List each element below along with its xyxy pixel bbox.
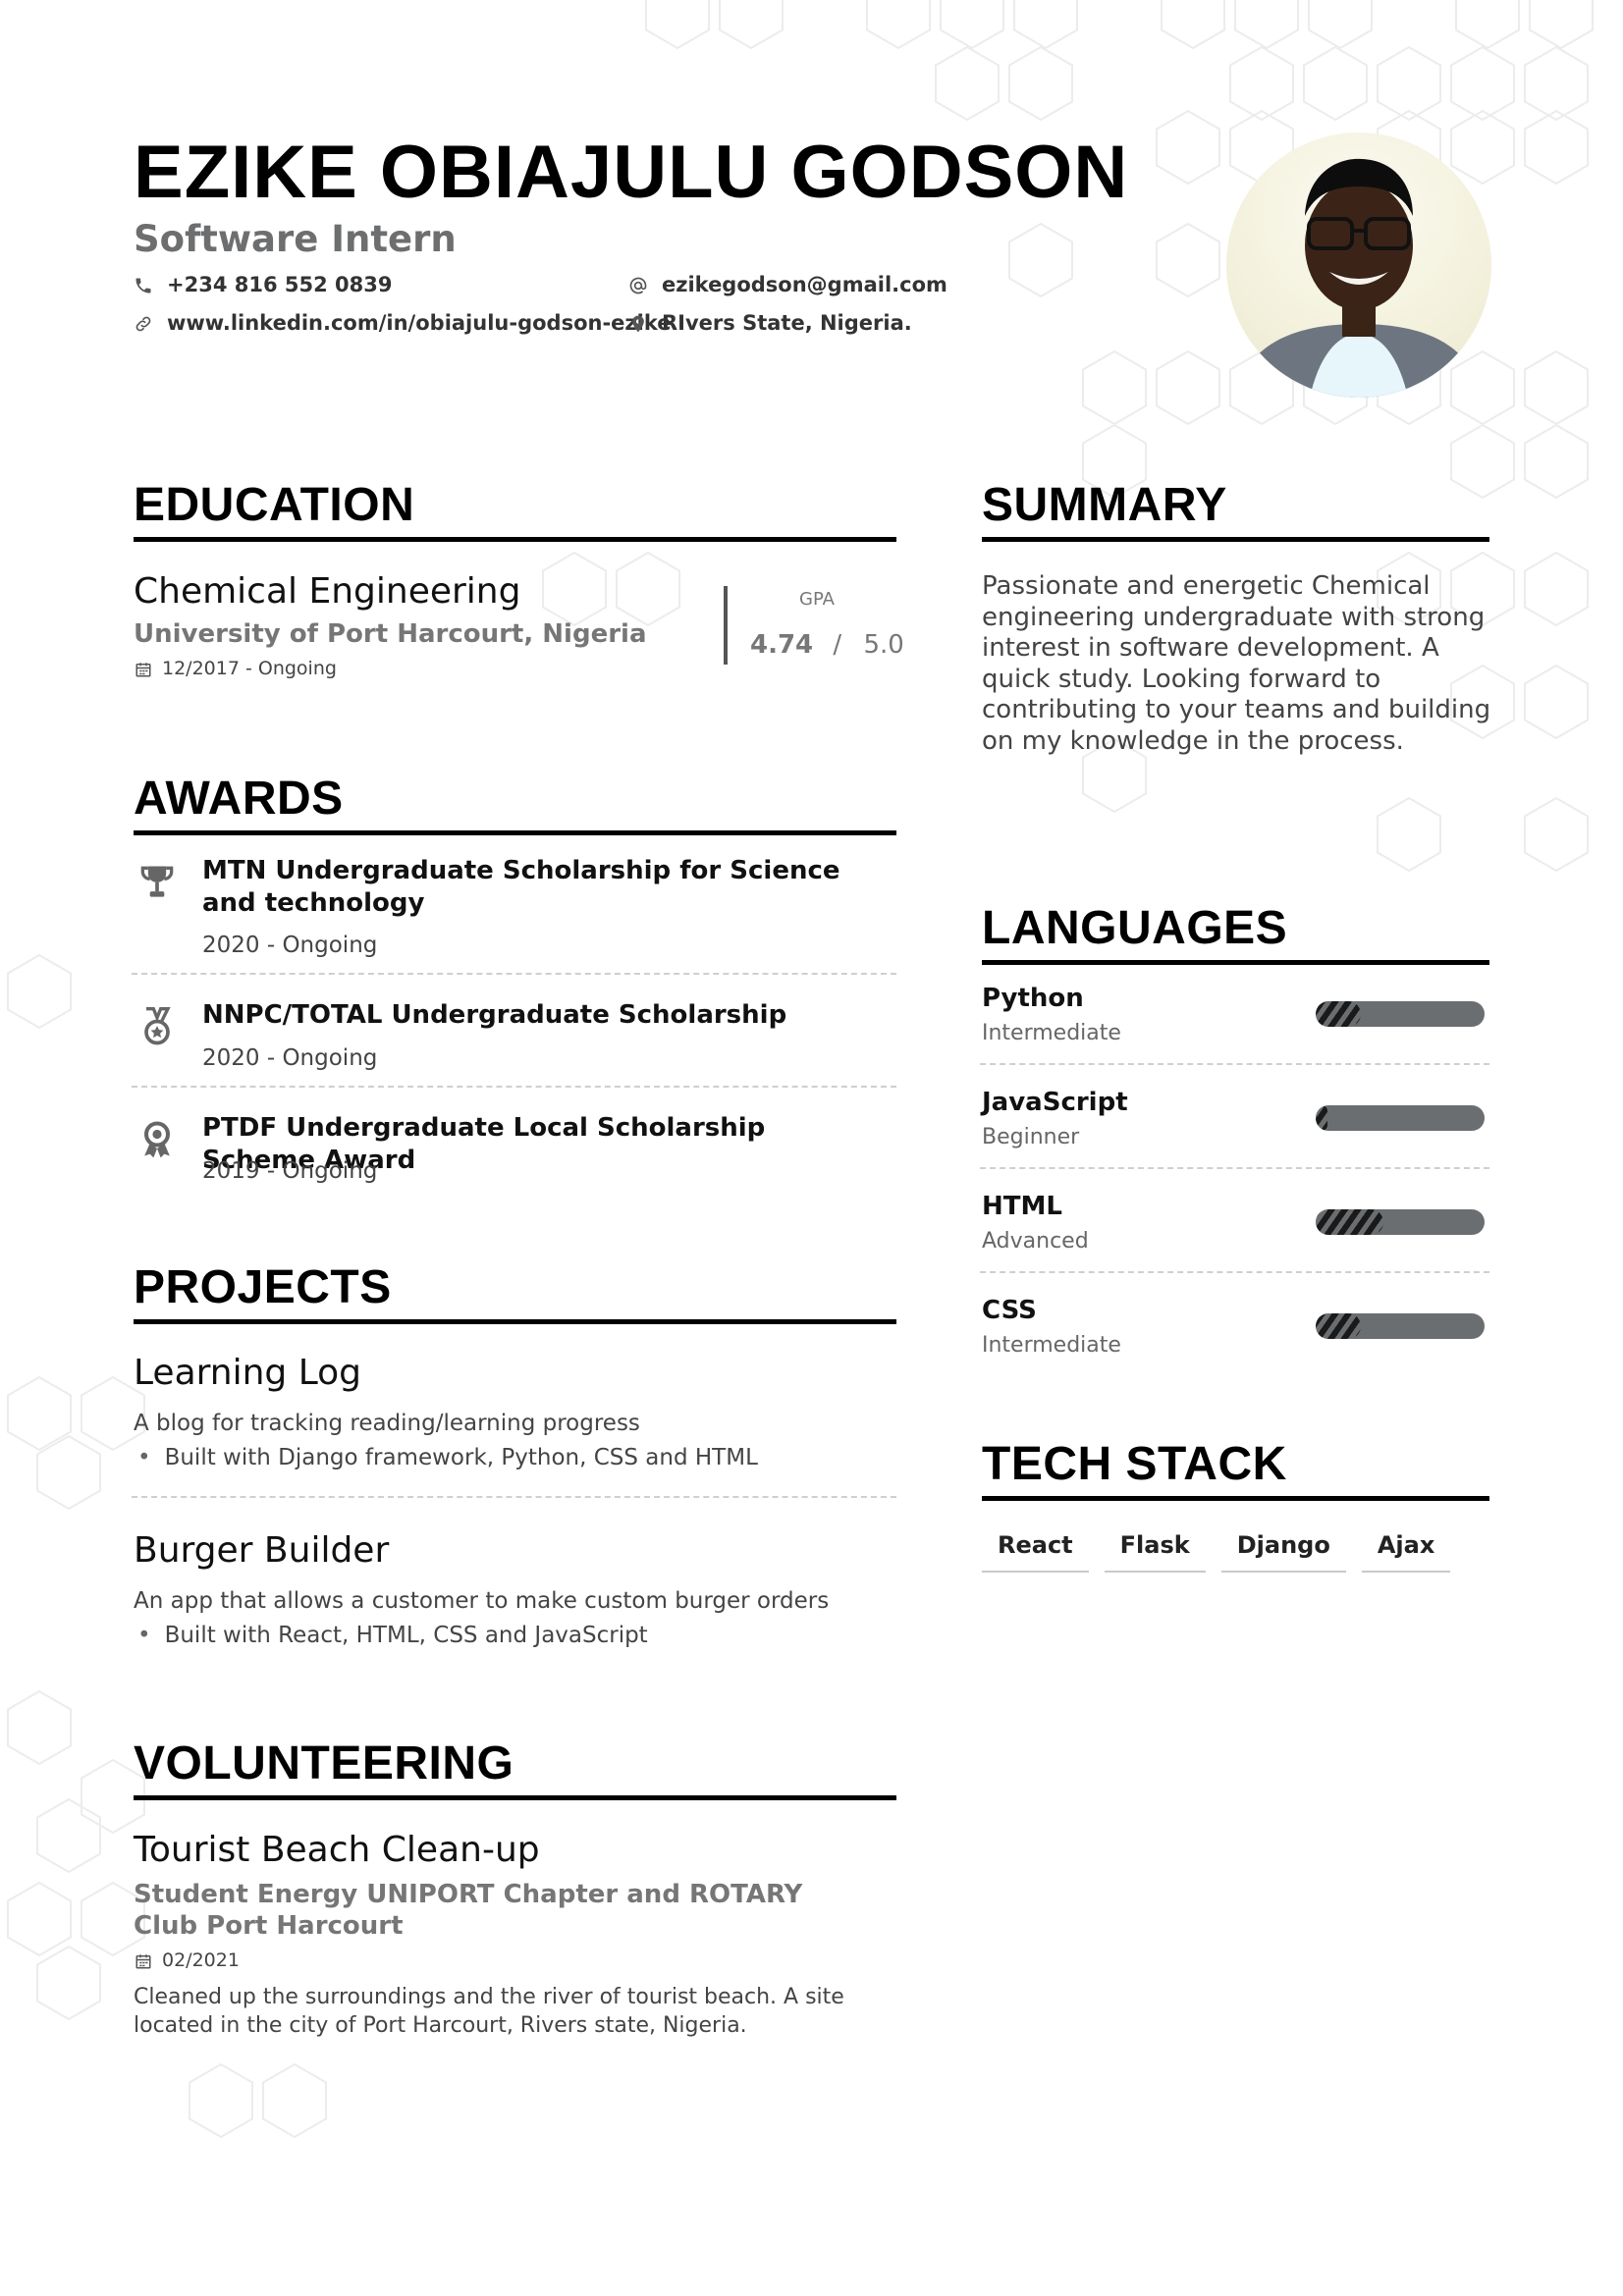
phone-text: +234 816 552 0839 [167, 273, 393, 296]
contact-phone: +234 816 552 0839 [134, 275, 392, 295]
resume-page: EZIKE OBIAJULU GODSON Software Intern +2… [0, 0, 1623, 2296]
education-heading: EDUCATION [134, 482, 896, 542]
award-divider [132, 973, 896, 975]
language-proficiency-bar [1316, 1001, 1485, 1027]
language-proficiency-bar [1316, 1209, 1485, 1235]
gpa-divider [724, 586, 728, 665]
language-level: Intermediate [982, 1333, 1121, 1358]
language-divider [980, 1063, 1489, 1065]
calendar-icon [135, 662, 151, 676]
education-school: University of Port Harcourt, Nigeria [134, 619, 647, 649]
language-name: CSS [982, 1296, 1037, 1325]
education-dates-text: 12/2017 - Ongoing [162, 658, 337, 679]
awards-heading: AWARDS [134, 775, 896, 835]
languages-heading: LANGUAGES [982, 905, 1489, 965]
language-proficiency-fill [1316, 1001, 1362, 1027]
language-level: Intermediate [982, 1021, 1121, 1045]
language-divider [980, 1167, 1489, 1169]
tech-stack-heading: TECH STACK [982, 1441, 1489, 1501]
trophy-icon [140, 866, 174, 897]
language-level: Beginner [982, 1125, 1080, 1149]
tech-tag: Ajax [1361, 1533, 1451, 1573]
gpa-value: 4.74 / 5.0 [750, 632, 904, 658]
gpa-score: 4.74 [750, 630, 814, 660]
volunteering-date: 02/2021 [135, 1951, 240, 1970]
tech-tag: Flask [1104, 1533, 1206, 1573]
award-title: MTN Undergraduate Scholarship for Scienc… [202, 856, 840, 918]
projects-heading: PROJECTS [134, 1264, 896, 1324]
language-divider [980, 1271, 1489, 1273]
award-dates: 2020 - Ongoing [202, 933, 378, 958]
calendar-icon [135, 1953, 151, 1968]
project-bullet: Built with React, HTML, CSS and JavaScri… [137, 1625, 648, 1647]
volunteering-heading: VOLUNTEERING [134, 1740, 896, 1800]
language-proficiency-fill [1316, 1105, 1328, 1131]
project-title: Burger Builder [134, 1530, 390, 1571]
language-proficiency-bar [1316, 1105, 1485, 1131]
gpa-max: 5.0 [863, 630, 904, 660]
tech-tag: React [982, 1533, 1089, 1573]
language-level: Advanced [982, 1229, 1089, 1254]
candidate-name: EZIKE OBIAJULU GODSON [134, 131, 1129, 214]
award-dates: 2019 - Ongoing [202, 1158, 378, 1184]
candidate-role: Software Intern [134, 218, 457, 260]
ribbon-icon [143, 1121, 171, 1158]
project-title: Learning Log [134, 1353, 362, 1393]
location-pin-icon [632, 315, 644, 332]
contact-email[interactable]: ezikegodson@gmail.com [628, 275, 947, 295]
volunteering-description: Cleaned up the surroundings and the rive… [134, 1985, 844, 2038]
location-text: RIvers State, Nigeria. [662, 311, 912, 335]
volunteering-title: Tourist Beach Clean-up [134, 1830, 540, 1870]
project-description: An app that allows a customer to make cu… [134, 1588, 830, 1614]
linkedin-text[interactable]: www.linkedin.com/in/obiajulu-godson-ezik… [167, 313, 671, 334]
education-dates: 12/2017 - Ongoing [135, 660, 337, 678]
phone-icon [135, 278, 151, 293]
language-proficiency-fill [1316, 1209, 1383, 1235]
contact-location: RIvers State, Nigeria. [628, 313, 912, 334]
gpa-separator: / [833, 630, 842, 660]
language-proficiency-bar [1316, 1313, 1485, 1339]
award-title: NNPC/TOTAL Undergraduate Scholarship [202, 1000, 787, 1030]
contact-linkedin[interactable]: www.linkedin.com/in/obiajulu-godson-ezik… [134, 313, 671, 334]
project-bullet: Built with Django framework, Python, CSS… [137, 1447, 758, 1469]
project-divider [132, 1496, 896, 1498]
medal-icon [144, 1007, 171, 1045]
gpa-label: GPA [799, 589, 835, 610]
award-dates: 2020 - Ongoing [202, 1045, 378, 1071]
link-icon [135, 316, 151, 331]
summary-text: Passionate and energetic Chemical engine… [982, 571, 1491, 756]
language-name: HTML [982, 1192, 1062, 1221]
profile-photo [1226, 133, 1491, 398]
summary-heading: SUMMARY [982, 482, 1489, 542]
email-text[interactable]: ezikegodson@gmail.com [662, 275, 947, 295]
language-name: Python [982, 984, 1084, 1013]
award-divider [132, 1086, 896, 1088]
volunteering-date-text: 02/2021 [162, 1949, 240, 1971]
at-icon [629, 277, 647, 294]
volunteering-organization: Student Energy UNIPORT Chapter and ROTAR… [134, 1880, 803, 1941]
language-name: JavaScript [982, 1088, 1128, 1117]
tech-tag: Django [1220, 1533, 1346, 1573]
project-description: A blog for tracking reading/learning pro… [134, 1411, 640, 1436]
education-degree: Chemical Engineering [134, 571, 521, 612]
tech-stack-tags: React Flask Django Ajax [982, 1533, 1451, 1573]
language-proficiency-fill [1316, 1313, 1362, 1339]
